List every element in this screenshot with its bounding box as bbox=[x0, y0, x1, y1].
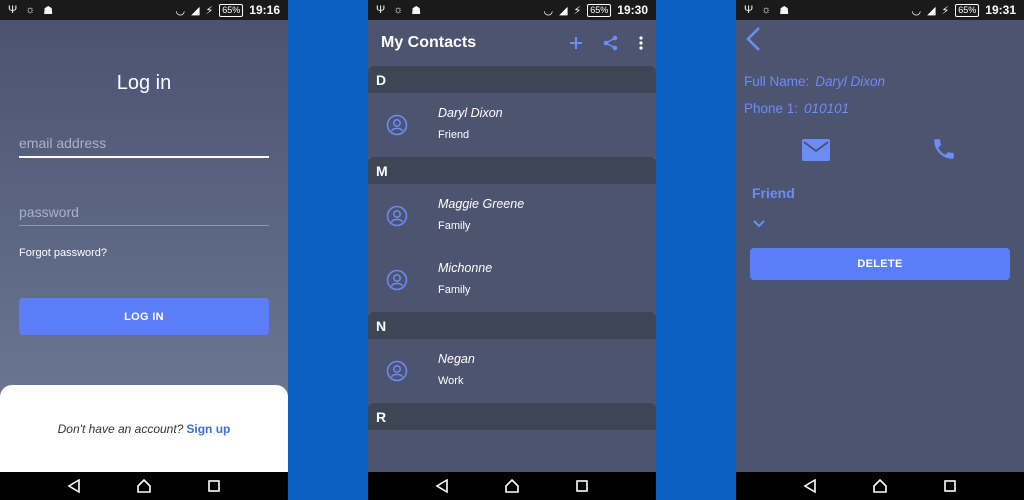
email-icon[interactable] bbox=[802, 139, 830, 161]
wifi-icon: ◡ bbox=[543, 4, 554, 17]
login-button[interactable]: LOG IN bbox=[19, 298, 269, 335]
contact-row[interactable]: Daryl Dixon Friend bbox=[368, 93, 656, 157]
charging-icon: ⚡ bbox=[573, 4, 582, 17]
status-bar: Ψ ☼ ☗ ◡ ◢ ⚡ 65% 19:31 bbox=[736, 0, 1024, 20]
battery-indicator: 65% bbox=[219, 3, 244, 17]
signal-icon: ◢ bbox=[559, 4, 568, 17]
battery-indicator: 65% bbox=[955, 3, 980, 17]
contact-group: Friend bbox=[438, 129, 470, 141]
add-icon[interactable] bbox=[569, 36, 583, 50]
usb-icon: Ψ bbox=[8, 3, 18, 16]
chevron-down-icon[interactable] bbox=[752, 219, 766, 229]
phone-label: Phone 1: bbox=[744, 101, 799, 116]
system-nav-bar bbox=[736, 472, 1024, 500]
person-icon bbox=[386, 114, 408, 136]
page-title: Log in bbox=[116, 72, 172, 94]
phone-row: Phone 1: 010101 bbox=[744, 101, 849, 116]
person-icon bbox=[386, 360, 408, 382]
contact-name: Maggie Greene bbox=[438, 197, 525, 211]
signup-prompt: Don't have an account? bbox=[57, 421, 184, 436]
contact-row[interactable]: Maggie Greene Family bbox=[368, 184, 656, 248]
contact-name: Michonne bbox=[438, 261, 493, 275]
full-name-row: Full Name: Daryl Dixon bbox=[744, 74, 885, 89]
contact-detail-screen: Ψ ☼ ☗ ◡ ◢ ⚡ 65% 19:31 Full Name: Daryl Dixo… bbox=[736, 0, 1024, 500]
system-nav-bar bbox=[0, 472, 288, 500]
login-screen: Ψ ☼ ☗ ◡ ◢ ⚡ 65% 19:16 Log in Forgot passwo… bbox=[0, 0, 288, 500]
signup-link[interactable]: Sign up bbox=[186, 422, 230, 436]
section-header-n: N bbox=[368, 312, 656, 339]
section-header-m: M bbox=[368, 157, 656, 184]
system-nav-bar bbox=[368, 472, 656, 500]
contact-row[interactable]: Michonne Family bbox=[368, 248, 656, 312]
recents-nav-icon[interactable] bbox=[207, 479, 221, 493]
status-time: 19:30 bbox=[617, 3, 648, 17]
full-name-value: Daryl Dixon bbox=[815, 74, 886, 89]
password-field[interactable] bbox=[19, 198, 269, 226]
battery-indicator: 65% bbox=[587, 3, 612, 17]
contact-group: Work bbox=[438, 375, 464, 387]
contact-name: Negan bbox=[438, 352, 475, 366]
section-header-d: D bbox=[368, 66, 656, 93]
status-bar: Ψ ☼ ☗ ◡ ◢ ⚡ 65% 19:30 bbox=[368, 0, 656, 20]
contacts-screen: Ψ ☼ ☗ ◡ ◢ ⚡ 65% 19:30 My Contacts D Daryl … bbox=[368, 0, 656, 500]
group-label: Friend bbox=[752, 185, 795, 201]
charging-icon: ⚡ bbox=[941, 4, 950, 17]
contact-name: Daryl Dixon bbox=[438, 106, 503, 120]
email-field[interactable] bbox=[19, 130, 269, 158]
forgot-password-link[interactable]: Forgot password? bbox=[19, 247, 107, 259]
contact-group: Family bbox=[438, 220, 471, 232]
app-bar: My Contacts bbox=[368, 20, 656, 66]
home-nav-icon[interactable] bbox=[872, 478, 888, 494]
recents-nav-icon[interactable] bbox=[943, 479, 957, 493]
status-bar: Ψ ☼ ☗ ◡ ◢ ⚡ 65% 19:16 bbox=[0, 0, 288, 20]
status-time: 19:31 bbox=[985, 3, 1016, 17]
android-icon: ☗ bbox=[411, 4, 422, 17]
signal-icon: ◢ bbox=[927, 4, 936, 17]
bulb-icon: ☼ bbox=[25, 3, 36, 16]
android-icon: ☗ bbox=[779, 4, 790, 17]
recents-nav-icon[interactable] bbox=[575, 479, 589, 493]
back-arrow-icon[interactable] bbox=[744, 26, 764, 52]
more-options-icon[interactable] bbox=[639, 36, 643, 50]
app-bar-title: My Contacts bbox=[381, 34, 477, 51]
usb-icon: Ψ bbox=[744, 3, 754, 16]
back-nav-icon[interactable] bbox=[67, 479, 81, 493]
android-icon: ☗ bbox=[43, 4, 54, 17]
signup-panel: Don't have an account? Sign up bbox=[0, 385, 288, 472]
contact-row[interactable]: Negan Work bbox=[368, 339, 656, 403]
contact-group: Family bbox=[438, 284, 471, 296]
share-icon[interactable] bbox=[603, 35, 619, 51]
status-time: 19:16 bbox=[249, 3, 280, 17]
back-nav-icon[interactable] bbox=[435, 479, 449, 493]
delete-button[interactable]: DELETE bbox=[750, 248, 1010, 280]
home-nav-icon[interactable] bbox=[504, 478, 520, 494]
wifi-icon: ◡ bbox=[175, 4, 186, 17]
full-name-label: Full Name: bbox=[744, 74, 810, 89]
section-header-r: R bbox=[368, 403, 656, 430]
contacts-list: D Daryl Dixon Friend M Maggie Greene Fam… bbox=[368, 66, 656, 472]
usb-icon: Ψ bbox=[376, 3, 386, 16]
person-icon bbox=[386, 269, 408, 291]
phone-icon[interactable] bbox=[931, 136, 957, 162]
person-icon bbox=[386, 205, 408, 227]
back-nav-icon[interactable] bbox=[803, 479, 817, 493]
bulb-icon: ☼ bbox=[393, 3, 404, 16]
wifi-icon: ◡ bbox=[911, 4, 922, 17]
charging-icon: ⚡ bbox=[205, 4, 214, 17]
signal-icon: ◢ bbox=[191, 4, 200, 17]
bulb-icon: ☼ bbox=[761, 3, 772, 16]
home-nav-icon[interactable] bbox=[136, 478, 152, 494]
phone-value: 010101 bbox=[804, 101, 850, 116]
